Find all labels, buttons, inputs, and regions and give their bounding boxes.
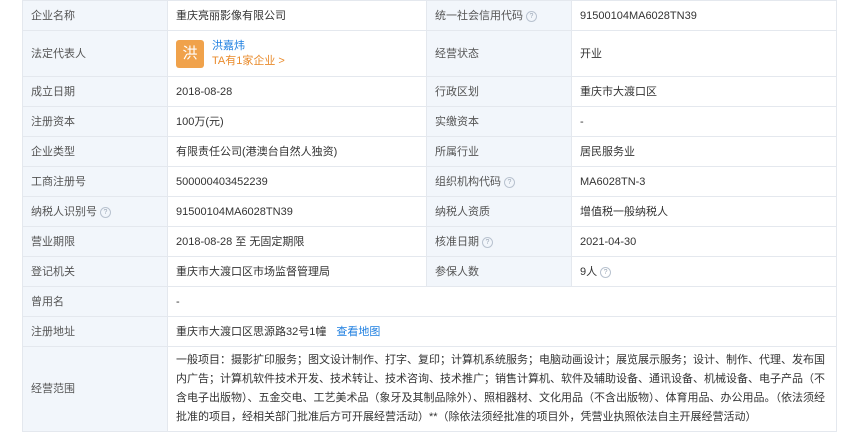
- label-text: 核准日期: [435, 235, 479, 248]
- label-approval-date: 核准日期?: [426, 226, 572, 257]
- table-row: 工商注册号 500000403452239 组织机构代码? MA6028TN-3: [22, 166, 837, 197]
- label-district: 行政区划: [426, 76, 572, 107]
- address-text: 重庆市大渡口区思源路32号1幢: [176, 325, 327, 338]
- legal-rep-companies-link[interactable]: TA有1家企业 >: [212, 54, 285, 69]
- value-district: 重庆市大渡口区: [571, 76, 837, 107]
- label-taxpayer-id: 纳税人识别号?: [22, 196, 168, 227]
- table-row: 经营范围 一般项目：摄影扩印服务；图文设计制作、打字、复印；计算机系统服务；电脑…: [22, 346, 837, 432]
- label-company-type: 企业类型: [22, 136, 168, 167]
- table-row: 法定代表人 洪 洪嘉炜 TA有1家企业 > 经营状态 开业: [22, 30, 837, 77]
- label-industry: 所属行业: [426, 136, 572, 167]
- value-former-name: -: [167, 286, 837, 317]
- legal-rep-name-link[interactable]: 洪嘉炜: [212, 39, 285, 54]
- label-registered-capital: 注册资本: [22, 106, 168, 137]
- label-company-name: 企业名称: [22, 0, 168, 31]
- value-insured-count: 9人?: [571, 256, 837, 287]
- label-business-scope: 经营范围: [22, 346, 168, 432]
- value-taxpayer-id: 91500104MA6028TN39: [167, 196, 427, 227]
- company-info-table: 企业名称 重庆亮丽影像有限公司 统一社会信用代码? 91500104MA6028…: [22, 0, 837, 432]
- value-established: 2018-08-28: [167, 76, 427, 107]
- table-row: 营业期限 2018-08-28 至 无固定期限 核准日期? 2021-04-30: [22, 226, 837, 257]
- label-taxpayer-qual: 纳税人资质: [426, 196, 572, 227]
- value-paid-capital: -: [571, 106, 837, 137]
- label-credit-code: 统一社会信用代码?: [426, 0, 572, 31]
- label-legal-rep: 法定代表人: [22, 30, 168, 77]
- view-map-link[interactable]: 查看地图: [336, 326, 380, 338]
- value-org-code: MA6028TN-3: [571, 166, 837, 197]
- table-row: 纳税人识别号? 91500104MA6028TN39 纳税人资质 增值税一般纳税…: [22, 196, 837, 227]
- value-reg-number: 500000403452239: [167, 166, 427, 197]
- table-row: 注册资本 100万(元) 实缴资本 -: [22, 106, 837, 137]
- label-text: 纳税人识别号: [31, 205, 97, 218]
- label-status: 经营状态: [426, 30, 572, 77]
- value-credit-code: 91500104MA6028TN39: [571, 0, 837, 31]
- value-reg-authority: 重庆市大渡口区市场监督管理局: [167, 256, 427, 287]
- value-company-type: 有限责任公司(港澳台自然人独资): [167, 136, 427, 167]
- value-registered-capital: 100万(元): [167, 106, 427, 137]
- value-company-name: 重庆亮丽影像有限公司: [167, 0, 427, 31]
- label-reg-number: 工商注册号: [22, 166, 168, 197]
- help-icon[interactable]: ?: [526, 10, 537, 22]
- help-icon[interactable]: ?: [100, 206, 111, 218]
- value-text: 9人: [580, 265, 598, 278]
- help-icon[interactable]: ?: [482, 236, 493, 248]
- value-legal-rep: 洪 洪嘉炜 TA有1家企业 >: [167, 30, 427, 77]
- table-row: 企业类型 有限责任公司(港澳台自然人独资) 所属行业 居民服务业: [22, 136, 837, 167]
- label-text: 统一社会信用代码: [435, 9, 523, 22]
- label-former-name: 曾用名: [22, 286, 168, 317]
- label-reg-authority: 登记机关: [22, 256, 168, 287]
- help-icon[interactable]: ?: [504, 176, 515, 188]
- value-status: 开业: [571, 30, 837, 77]
- label-org-code: 组织机构代码?: [426, 166, 572, 197]
- company-info-panel: 企业名称 重庆亮丽影像有限公司 统一社会信用代码? 91500104MA6028…: [22, 0, 837, 432]
- table-row: 成立日期 2018-08-28 行政区划 重庆市大渡口区: [22, 76, 837, 107]
- value-approval-date: 2021-04-30: [571, 226, 837, 257]
- label-insured-count: 参保人数: [426, 256, 572, 287]
- label-reg-address: 注册地址: [22, 316, 168, 347]
- label-paid-capital: 实缴资本: [426, 106, 572, 137]
- label-text: 组织机构代码: [435, 175, 501, 188]
- label-established: 成立日期: [22, 76, 168, 107]
- value-business-scope: 一般项目：摄影扩印服务；图文设计制作、打字、复印；计算机系统服务；电脑动画设计；…: [167, 346, 837, 432]
- help-icon[interactable]: ?: [600, 266, 612, 278]
- value-reg-address: 重庆市大渡口区思源路32号1幢 查看地图: [167, 316, 837, 347]
- value-industry: 居民服务业: [571, 136, 837, 167]
- table-row: 登记机关 重庆市大渡口区市场监督管理局 参保人数 9人?: [22, 256, 837, 287]
- avatar[interactable]: 洪: [176, 39, 204, 68]
- table-row: 注册地址 重庆市大渡口区思源路32号1幢 查看地图: [22, 316, 837, 347]
- table-row: 企业名称 重庆亮丽影像有限公司 统一社会信用代码? 91500104MA6028…: [22, 0, 837, 31]
- table-row: 曾用名 -: [22, 286, 837, 317]
- value-business-term: 2018-08-28 至 无固定期限: [167, 226, 427, 257]
- label-business-term: 营业期限: [22, 226, 168, 257]
- value-taxpayer-qual: 增值税一般纳税人: [571, 196, 837, 227]
